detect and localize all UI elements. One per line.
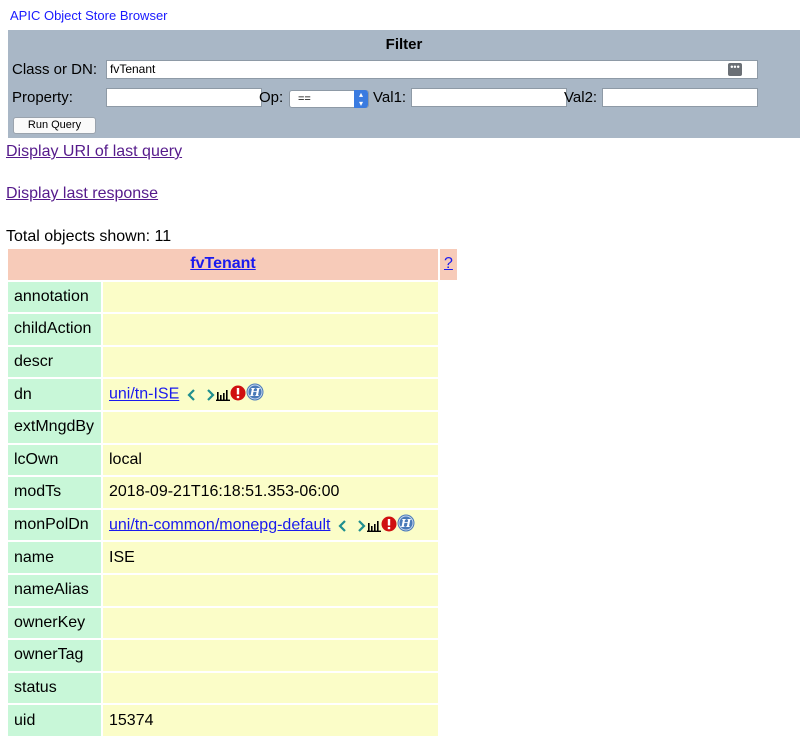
property-name: extMngdBy <box>8 411 101 443</box>
property-value <box>103 640 438 671</box>
filter-panel: Filter Class or DN: fvTenant ••• Propert… <box>8 30 800 138</box>
dn-link[interactable]: uni/tn-ISE <box>109 386 179 403</box>
display-uri-link[interactable]: Display URI of last query <box>6 143 182 161</box>
property-value <box>103 607 438 639</box>
svg-text:H: H <box>249 386 261 399</box>
property-name: modTs <box>8 477 101 508</box>
property-name: ownerKey <box>8 607 101 639</box>
table-row: name ISE <box>8 542 457 573</box>
property-value: uni/tn-common/monepg-default H <box>103 509 438 541</box>
table-row: monPolDn uni/tn-common/monepg-default H <box>8 509 457 541</box>
property-name: lcOwn <box>8 444 101 476</box>
property-value <box>103 346 438 378</box>
property-value <box>103 281 438 313</box>
property-name: ownerTag <box>8 640 101 671</box>
table-row: modTs 2018-09-21T16:18:51.353-06:00 <box>8 477 457 508</box>
property-name: descr <box>8 346 101 378</box>
op-label: Op: <box>259 89 284 106</box>
value-text: 2018-09-21T16:18:51.353-06:00 <box>109 483 340 501</box>
stats-bars-icon[interactable] <box>216 389 231 402</box>
svg-text:H: H <box>400 517 412 530</box>
property-name: status <box>8 672 101 704</box>
stats-bars-icon[interactable] <box>367 520 382 532</box>
property-value: uni/tn-ISE H <box>103 379 438 410</box>
table-row: annotation <box>8 281 457 313</box>
op-select[interactable]: == ▴ ▾ <box>289 90 369 108</box>
property-value: local <box>103 444 438 476</box>
property-value <box>103 411 438 443</box>
table-row: uid 15374 <box>8 705 457 736</box>
property-name: dn <box>8 379 101 410</box>
table-row: ownerTag <box>8 640 457 671</box>
table-row: nameAlias <box>8 574 457 606</box>
help-link[interactable]: ? <box>444 255 453 272</box>
filter-title: Filter <box>385 36 423 53</box>
link-actions: H <box>333 514 415 537</box>
class-or-dn-label: Class or DN: <box>12 61 98 78</box>
table-row: status <box>8 672 457 704</box>
history-icon[interactable]: H <box>397 514 415 532</box>
dn-link[interactable]: uni/tn-common/monepg-default <box>109 516 330 533</box>
history-icon[interactable]: H <box>246 383 264 401</box>
table-row: dn uni/tn-ISE H <box>8 379 457 410</box>
property-name: monPolDn <box>8 509 101 541</box>
property-value: 2018-09-21T16:18:51.353-06:00 <box>103 477 438 508</box>
property-value: ISE <box>103 542 438 573</box>
property-input[interactable] <box>106 88 262 107</box>
chevron-left-icon[interactable] <box>337 519 349 532</box>
property-value <box>103 314 438 345</box>
more-options-icon[interactable]: ••• <box>728 63 742 76</box>
total-objects: Total objects shown: 11 <box>6 228 172 245</box>
value-text: 15374 <box>109 711 154 729</box>
value-text: ISE <box>109 548 135 566</box>
fault-alert-icon[interactable] <box>381 516 397 532</box>
class-or-dn-value: fvTenant <box>110 62 156 76</box>
object-table: fvTenant ? annotation childAction descr dn u… <box>6 247 459 738</box>
value-text: local <box>109 450 142 468</box>
property-value: 15374 <box>103 705 438 736</box>
select-arrows-icon: ▴ ▾ <box>354 90 368 108</box>
table-row: descr <box>8 346 457 378</box>
val2-input[interactable] <box>602 88 758 107</box>
fault-alert-icon[interactable] <box>230 385 246 401</box>
property-label: Property: <box>12 89 73 106</box>
property-name: nameAlias <box>8 574 101 606</box>
table-row: lcOwn local <box>8 444 457 476</box>
property-name: childAction <box>8 314 101 345</box>
property-value <box>103 672 438 704</box>
link-actions: H <box>182 383 264 406</box>
table-row: ownerKey <box>8 607 457 639</box>
table-row: childAction <box>8 314 457 345</box>
table-row: extMngdBy <box>8 411 457 443</box>
chevron-right-icon[interactable] <box>355 519 367 532</box>
property-value <box>103 574 438 606</box>
display-response-link[interactable]: Display last response <box>6 185 158 203</box>
chevron-right-icon[interactable] <box>204 389 216 401</box>
class-or-dn-input[interactable]: fvTenant ••• <box>106 60 758 79</box>
property-name: annotation <box>8 281 101 313</box>
run-query-button[interactable]: Run Query <box>13 117 96 134</box>
class-header: fvTenant <box>8 249 438 280</box>
val2-label: Val2: <box>564 89 598 106</box>
val1-input[interactable] <box>411 88 567 107</box>
op-selected-value: == <box>298 93 311 105</box>
property-name: uid <box>8 705 101 736</box>
class-name-link[interactable]: fvTenant <box>190 255 255 272</box>
app-title: APIC Object Store Browser <box>10 8 168 23</box>
property-name: name <box>8 542 101 573</box>
help-cell: ? <box>440 249 457 280</box>
val1-label: Val1: <box>373 89 407 106</box>
chevron-left-icon[interactable] <box>186 389 198 401</box>
